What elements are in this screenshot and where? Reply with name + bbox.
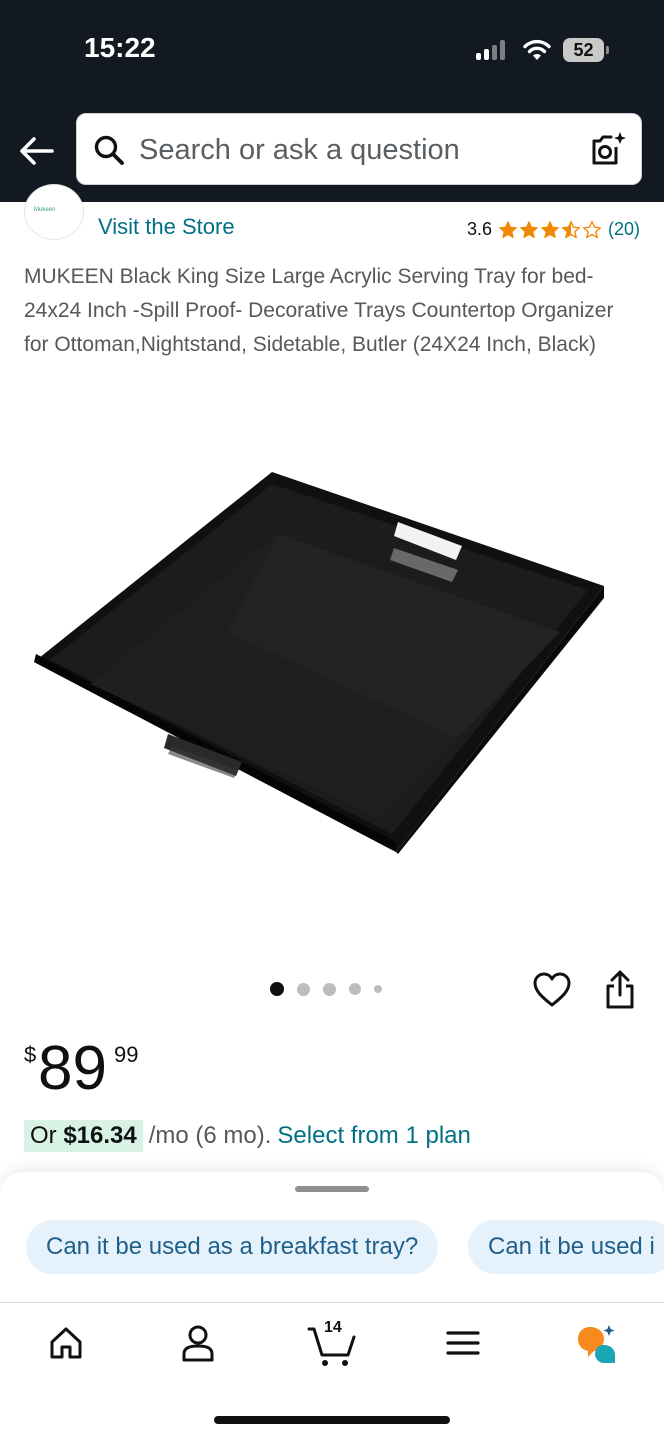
product-image[interactable]	[28, 462, 612, 862]
star-half-icon	[561, 220, 580, 238]
cellular-signal-icon	[476, 40, 510, 60]
installment-prefix: Or	[30, 1122, 64, 1149]
rating-count: (20)	[607, 219, 640, 239]
battery-indicator: 52	[563, 38, 609, 62]
rating-summary[interactable]: 3.6 (20)	[467, 219, 640, 240]
star-icon	[520, 220, 538, 238]
carousel-dot[interactable]	[374, 985, 382, 993]
arrow-left-icon[interactable]	[16, 130, 58, 172]
search-bar[interactable]: Search or ask a question	[76, 113, 642, 185]
select-plan-link[interactable]: Select from 1 plan	[277, 1122, 470, 1150]
question-chip[interactable]: Can it be used as a breakfast tray?	[26, 1220, 439, 1274]
search-icon	[94, 135, 124, 165]
account-icon[interactable]	[176, 1321, 220, 1365]
price-currency: $	[24, 1042, 37, 1067]
question-chip[interactable]: Can it be used i	[468, 1220, 664, 1274]
carousel-dot[interactable]	[323, 982, 336, 996]
star-rating	[498, 220, 602, 240]
menu-icon[interactable]	[441, 1321, 485, 1365]
battery-level: 52	[563, 38, 604, 62]
star-empty-icon	[582, 220, 601, 238]
store-logo[interactable]: Mukeen	[24, 184, 84, 240]
app-header: 15:22 52 Search or ask a question	[0, 0, 664, 202]
installment-amount-badge: Or $16.34	[24, 1120, 143, 1152]
sheet-drag-handle[interactable]	[295, 1186, 369, 1192]
rufus-question-sheet[interactable]: Can it be used as a breakfast tray? Can …	[0, 1172, 664, 1302]
product-title: MUKEEN Black King Size Large Acrylic Ser…	[24, 265, 614, 356]
share-icon[interactable]	[601, 968, 639, 1012]
status-time: 15:22	[84, 32, 156, 63]
carousel-dot[interactable]	[349, 983, 361, 995]
image-carousel-dots[interactable]	[270, 982, 382, 996]
installment-amount: $16.34	[63, 1122, 137, 1149]
home-icon[interactable]	[44, 1321, 88, 1365]
price-fraction: 99	[114, 1042, 139, 1067]
carousel-dot-active[interactable]	[270, 982, 284, 996]
visit-store-link[interactable]: Visit the Store	[98, 214, 235, 240]
carousel-dot[interactable]	[297, 982, 310, 996]
star-icon	[541, 220, 559, 238]
installment-suffix: /mo (6 mo).	[148, 1122, 272, 1149]
star-icon	[499, 220, 517, 238]
camera-sparkle-icon[interactable]	[589, 130, 627, 168]
installment-offer: Or $16.34 /mo (6 mo). Select from 1 plan	[24, 1120, 471, 1152]
price-whole: 89	[38, 1034, 107, 1103]
rufus-icon[interactable]	[574, 1321, 618, 1365]
rating-value: 3.6	[466, 219, 492, 239]
store-logo-text: Mukeen	[34, 207, 56, 213]
heart-icon[interactable]	[532, 970, 572, 1010]
cart-count-badge: 14	[324, 1319, 342, 1336]
search-input[interactable]: Search or ask a question	[139, 134, 460, 167]
home-indicator	[214, 1416, 450, 1424]
wifi-icon	[523, 39, 551, 60]
